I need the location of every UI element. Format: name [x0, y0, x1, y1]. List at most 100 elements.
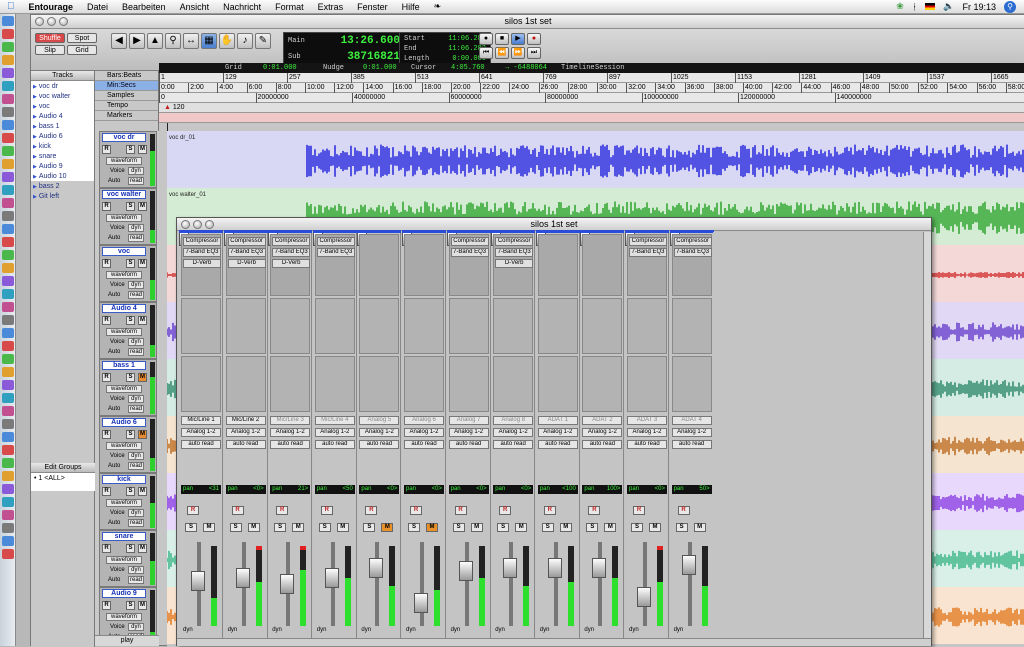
solo-button[interactable]: S — [363, 523, 376, 532]
dock-app-icon[interactable] — [2, 471, 14, 481]
solo-button[interactable]: S — [274, 523, 287, 532]
output-selector[interactable]: Analog 1-2 — [671, 428, 712, 437]
mute-button[interactable]: M — [138, 145, 147, 154]
input-selector[interactable]: Analog 8 — [493, 416, 534, 425]
automation-mode-selector[interactable]: read — [128, 519, 144, 527]
output-selector[interactable]: Analog 1-2 — [537, 428, 578, 437]
dock-app-icon[interactable] — [2, 237, 14, 247]
insert-slot[interactable]: D-Verb — [272, 259, 311, 268]
insert-slot[interactable]: D-Verb — [183, 259, 221, 268]
markers-ruler[interactable] — [159, 113, 1024, 123]
track-view-selector[interactable]: waveform — [106, 442, 142, 450]
record-enable-button[interactable]: R — [276, 506, 289, 515]
spot-mode-button[interactable]: Spot — [67, 33, 97, 43]
track-name[interactable]: voc walter — [102, 190, 146, 199]
output-selector[interactable]: Analog 1-2 — [359, 428, 400, 437]
solo-button[interactable]: S — [126, 202, 135, 211]
input-selector[interactable]: ADAT 3 — [627, 416, 667, 425]
menu-datei[interactable]: Datei — [80, 2, 115, 12]
dock-app-icon[interactable] — [2, 341, 14, 351]
insert-slot[interactable]: 7-Band EQ3 — [629, 248, 667, 257]
dock-app-icon[interactable] — [2, 406, 14, 416]
mute-button[interactable]: M — [138, 430, 147, 439]
grabber-tool-icon[interactable]: ✋ — [219, 33, 235, 49]
voice-selector[interactable]: dyn — [128, 509, 144, 517]
record-enable-button[interactable]: R — [677, 506, 690, 515]
dock-app-icon[interactable] — [2, 419, 14, 429]
dock-app-icon[interactable] — [2, 250, 14, 260]
track-view-selector[interactable]: waveform — [106, 556, 142, 564]
menu-nachricht[interactable]: Nachricht — [216, 2, 268, 12]
mute-button[interactable]: M — [426, 523, 438, 532]
automation-mode-selector[interactable]: auto read — [671, 440, 712, 449]
dock-app-icon[interactable] — [2, 432, 14, 442]
input-selector[interactable]: Analog 6 — [404, 416, 444, 425]
automation-mode-selector[interactable]: read — [128, 462, 144, 470]
voice-selector[interactable]: dyn — [128, 338, 144, 346]
insert-slot[interactable]: 7-Band EQ3 — [272, 248, 311, 257]
mix-close-button[interactable] — [181, 220, 190, 229]
output-selector[interactable]: Analog 1-2 — [181, 428, 221, 437]
fast-forward-button[interactable]: ⏩ — [511, 47, 525, 59]
bars-ruler[interactable]: 1 129 257 385 513 641 769 897 1025 1153 1281 1409 15… — [159, 73, 1024, 83]
record-enable-button[interactable]: R — [102, 373, 111, 382]
dock-app-icon[interactable] — [2, 172, 14, 182]
voice-selector[interactable]: dyn — [128, 281, 144, 289]
insert-slot[interactable]: D-Verb — [495, 259, 534, 268]
tracks-list-item[interactable]: voc walter — [31, 92, 94, 102]
record-enable-button[interactable]: R — [102, 316, 111, 325]
automation-mode-selector[interactable]: read — [128, 348, 144, 356]
minsecs-ruler[interactable]: 0:00 2:00 4:00 6:00 8:00 10:00 12:00 14:00 16:00… — [159, 83, 1024, 93]
dock-app-icon[interactable] — [2, 224, 14, 234]
track-name[interactable]: bass 1 — [102, 361, 146, 370]
track-name[interactable]: kick — [102, 475, 146, 484]
zoom-out-icon[interactable]: ◀ — [111, 33, 127, 49]
dock-app-icon[interactable] — [2, 81, 14, 91]
dock-app-icon[interactable] — [2, 445, 14, 455]
track-view-selector[interactable]: waveform — [106, 328, 142, 336]
solo-button[interactable]: S — [126, 487, 135, 496]
dock-app-icon[interactable] — [2, 16, 14, 26]
automation-mode-selector[interactable]: read — [128, 234, 144, 242]
automation-mode-selector[interactable]: auto read — [270, 440, 311, 449]
dock-app-icon[interactable] — [2, 523, 14, 533]
volume-fader[interactable] — [414, 593, 428, 614]
solo-button[interactable]: S — [452, 523, 465, 532]
input-selector[interactable]: Mic/Line 1 — [181, 416, 221, 425]
tracks-list-item[interactable]: snare — [31, 152, 94, 162]
voice-selector[interactable]: dyn — [128, 395, 144, 403]
insert-slot[interactable]: 7-Band EQ3 — [183, 248, 221, 257]
mute-button[interactable]: M — [138, 373, 147, 382]
track-name[interactable]: voc — [102, 247, 146, 256]
output-selector[interactable]: Analog 1-2 — [448, 428, 489, 437]
dock-app-icon[interactable] — [2, 68, 14, 78]
record-enable-button[interactable]: R — [102, 601, 111, 610]
volume-fader[interactable] — [235, 567, 250, 588]
track-view-selector[interactable]: waveform — [106, 157, 142, 165]
dock-app-icon[interactable] — [2, 159, 14, 169]
output-selector[interactable]: Analog 1-2 — [627, 428, 667, 437]
record-enable-button[interactable]: R — [454, 506, 467, 515]
tracks-list-item[interactable]: Git left — [31, 192, 94, 202]
dock-app-icon[interactable] — [2, 354, 14, 364]
record-enable-button[interactable]: R — [102, 430, 111, 439]
menu-app-name[interactable]: Entourage — [22, 2, 81, 12]
dock-app-icon[interactable] — [2, 198, 14, 208]
dock-app-icon[interactable] — [2, 211, 14, 221]
solo-button[interactable]: S — [126, 544, 135, 553]
mute-button[interactable]: M — [203, 523, 215, 532]
insert-slot[interactable]: 7-Band EQ3 — [673, 248, 712, 257]
record-enable-button[interactable]: R — [102, 544, 111, 553]
tracks-list-item[interactable]: Audio 4 — [31, 112, 94, 122]
insert-slot[interactable]: Compressor — [673, 237, 712, 246]
output-selector[interactable]: Analog 1-2 — [270, 428, 311, 437]
dock-app-icon[interactable] — [2, 484, 14, 494]
volume-icon[interactable]: 🔈 — [943, 1, 954, 12]
input-selector[interactable]: ADAT 4 — [671, 416, 712, 425]
voice-selector[interactable]: dyn — [128, 623, 144, 631]
tempo-marker[interactable]: ▲ 120 — [163, 103, 185, 113]
solo-button[interactable]: S — [126, 259, 135, 268]
menu-bearbeiten[interactable]: Bearbeiten — [115, 2, 173, 12]
return-to-zero-button[interactable]: ⏮ — [479, 47, 493, 59]
track-view-selector[interactable]: waveform — [106, 271, 142, 279]
